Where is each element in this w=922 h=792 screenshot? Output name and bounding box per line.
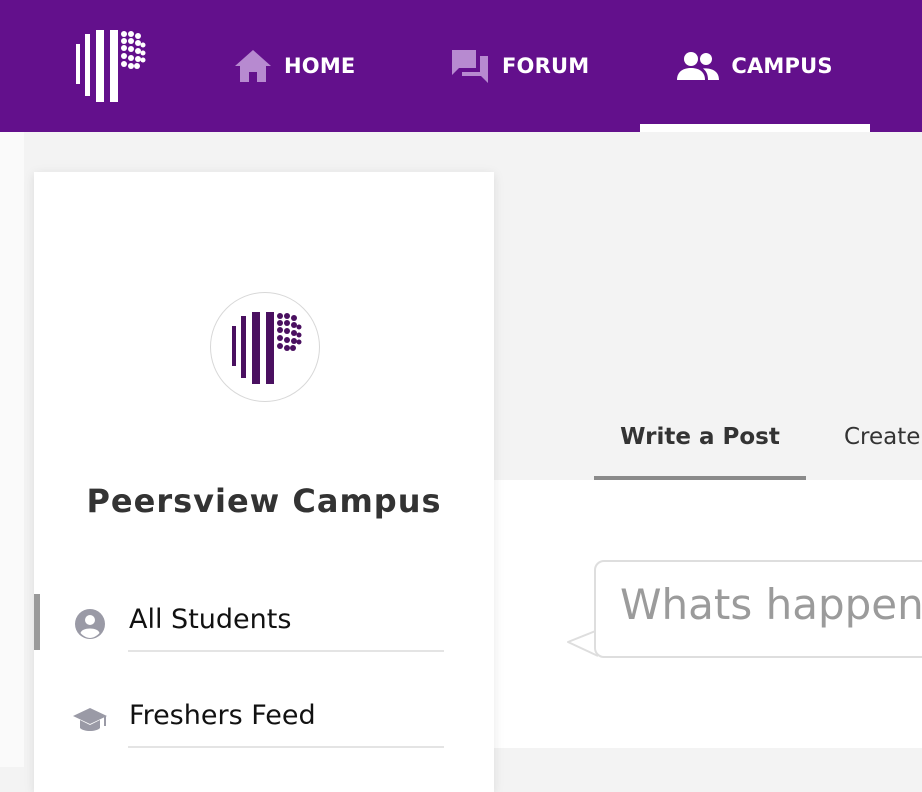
tab-write-a-post[interactable]: Write a Post: [594, 408, 806, 480]
forum-icon: [450, 48, 490, 84]
nav-campus-label: CAMPUS: [731, 54, 833, 78]
divider: [128, 650, 444, 652]
campus-avatar[interactable]: [210, 292, 320, 402]
user-circle-icon: [75, 609, 105, 639]
home-icon: [234, 49, 272, 83]
tab-write-a-post-label: Write a Post: [620, 424, 780, 450]
nav-home[interactable]: HOME: [234, 0, 355, 132]
sidebar-item-all-students[interactable]: All Students: [34, 594, 494, 652]
people-icon: [677, 51, 720, 81]
campus-sidebar: Peersview Campus All Students Freshers F…: [34, 172, 494, 792]
active-item-indicator: [34, 594, 40, 650]
page-gutter: [0, 132, 24, 767]
sidebar-item-label: All Students: [129, 604, 292, 635]
active-tab-indicator: [640, 124, 870, 132]
nav-forum[interactable]: FORUM: [450, 0, 589, 132]
post-composer-box[interactable]: [594, 560, 922, 658]
peersview-logo-icon: [232, 312, 302, 384]
divider: [128, 746, 444, 748]
sidebar-item-label: Freshers Feed: [129, 700, 316, 731]
top-nav-bar: HOME FORUM CAMPUS: [0, 0, 922, 132]
nav-forum-label: FORUM: [502, 54, 590, 78]
graduation-cap-icon: [73, 708, 107, 731]
nav-home-label: HOME: [284, 54, 356, 78]
sidebar-item-freshers-feed[interactable]: Freshers Feed: [34, 690, 494, 748]
peersview-logo-icon[interactable]: [72, 28, 146, 102]
nav-campus[interactable]: CAMPUS: [640, 0, 870, 132]
campus-title: Peersview Campus: [86, 482, 442, 520]
tab-create[interactable]: Create: [844, 408, 922, 480]
tab-create-label: Create: [844, 424, 921, 450]
post-input[interactable]: [620, 580, 922, 629]
